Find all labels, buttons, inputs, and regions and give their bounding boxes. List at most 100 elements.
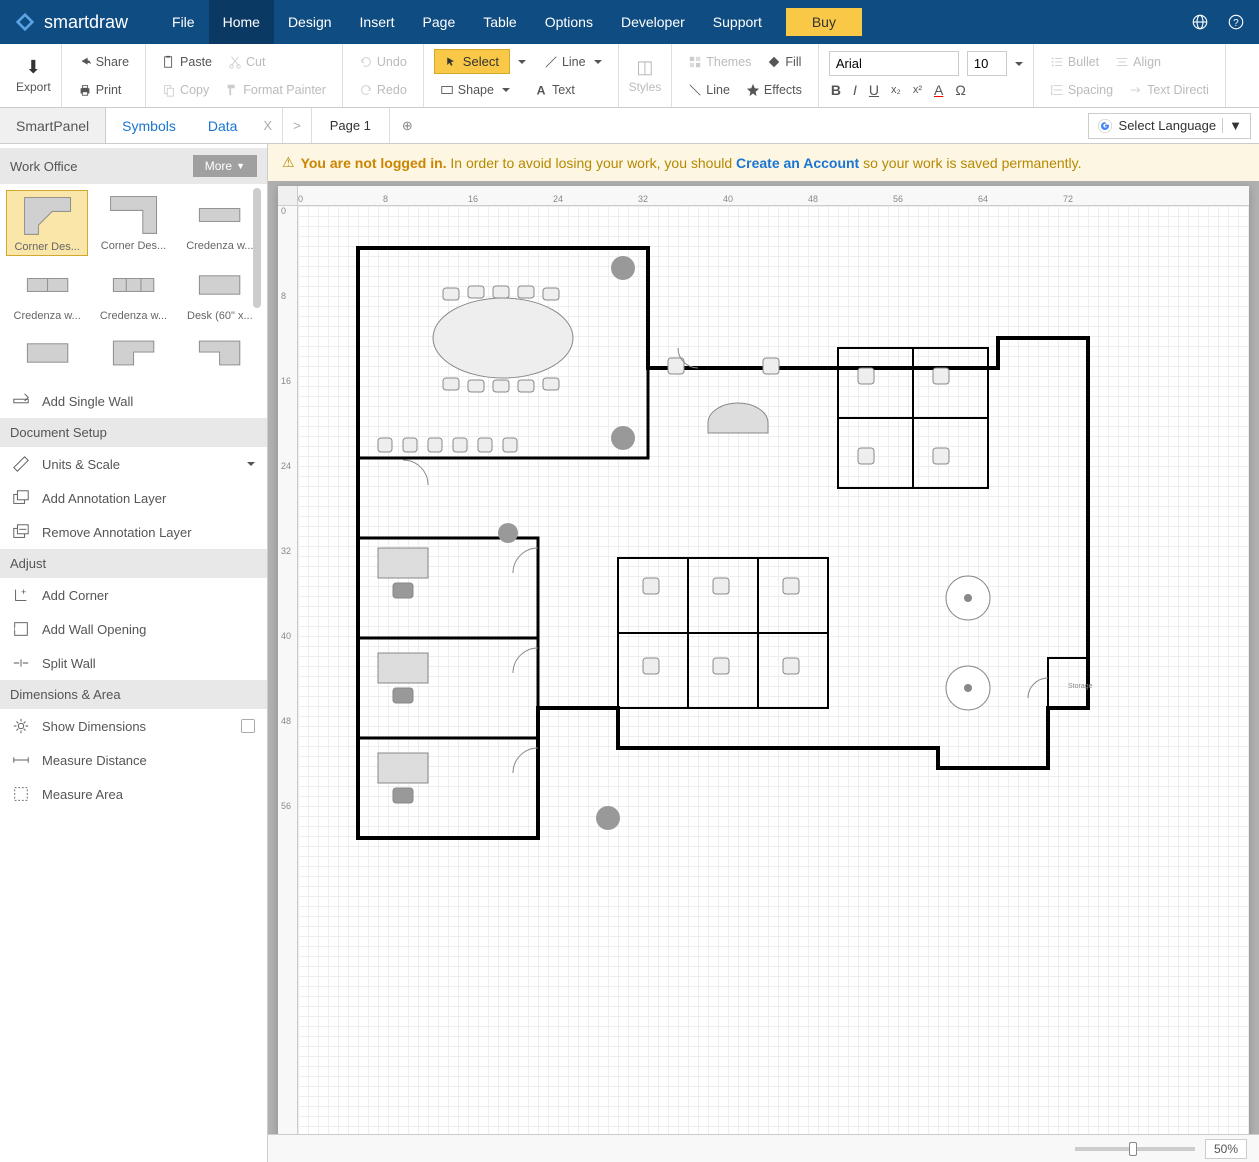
symbol-credenza-3[interactable]: Credenza w... [92, 260, 174, 324]
ribbon-group-para: Bullet Align Spacing Text Directi [1034, 44, 1226, 107]
styles-button[interactable]: ◫ Styles [629, 57, 662, 94]
zoom-value[interactable]: 50% [1205, 1139, 1247, 1159]
menu-support[interactable]: Support [699, 0, 776, 44]
copy-button[interactable]: Copy [156, 80, 215, 100]
select-dropdown[interactable] [518, 60, 526, 64]
line-style-icon [688, 83, 702, 97]
text-direction-button[interactable]: Text Directi [1123, 80, 1215, 100]
symbol-extra-2[interactable] [92, 328, 174, 378]
menu-home[interactable]: Home [209, 0, 274, 44]
cut-button[interactable]: Cut [222, 52, 271, 72]
italic-button[interactable]: I [853, 82, 857, 98]
download-icon: ⬇ [16, 57, 51, 78]
undo-button[interactable]: Undo [353, 52, 413, 72]
page-tab[interactable]: Page 1 [311, 108, 390, 143]
font-color-button[interactable]: A [934, 82, 943, 98]
area-icon [12, 785, 30, 803]
spacing-button[interactable]: Spacing [1044, 80, 1119, 100]
menu-page[interactable]: Page [409, 0, 470, 44]
symbol-scrollbar[interactable] [253, 188, 261, 308]
menu-design[interactable]: Design [274, 0, 346, 44]
canvas-area[interactable]: ⚠ You are not logged in. In order to avo… [268, 144, 1259, 1162]
fill-button[interactable]: Fill [761, 52, 807, 72]
tab-data[interactable]: Data [192, 108, 254, 143]
language-select[interactable]: Select Language ▼ [1088, 113, 1251, 139]
split-wall[interactable]: Split Wall [0, 646, 267, 680]
effects-button[interactable]: Effects [740, 80, 808, 100]
menu-options[interactable]: Options [531, 0, 607, 44]
measure-area[interactable]: Measure Area [0, 777, 267, 811]
measure-distance[interactable]: Measure Distance [0, 743, 267, 777]
symbol-corner-desk-1[interactable]: Corner Des... [6, 190, 88, 256]
menubar-right: ? [1191, 13, 1245, 31]
shape-tool[interactable]: Shape [434, 80, 516, 100]
create-account-link[interactable]: Create an Account [736, 155, 859, 171]
subscript-button[interactable]: x₂ [891, 84, 901, 96]
zoom-slider[interactable] [1075, 1147, 1195, 1151]
bullet-icon [1050, 55, 1064, 69]
symbol-corner-desk-2[interactable]: Corner Des... [92, 190, 174, 256]
adjust-header: Adjust [0, 549, 267, 578]
symbol-credenza-2[interactable]: Credenza w... [6, 260, 88, 324]
zoom-thumb[interactable] [1129, 1142, 1137, 1156]
show-dim-checkbox[interactable] [241, 719, 255, 733]
add-corner[interactable]: +Add Corner [0, 578, 267, 612]
wall-icon [12, 392, 30, 410]
bold-button[interactable]: B [831, 82, 841, 98]
text-tool[interactable]: AText [528, 80, 581, 100]
globe-icon[interactable] [1191, 13, 1209, 31]
line-tool[interactable]: Line [538, 52, 608, 72]
export-button[interactable]: ⬇ Export [16, 57, 51, 94]
units-scale[interactable]: Units & Scale [0, 447, 267, 481]
layer-remove-icon [12, 523, 30, 541]
format-painter-button[interactable]: Format Painter [219, 80, 332, 100]
line-style-button[interactable]: Line [682, 80, 736, 100]
menu-table[interactable]: Table [469, 0, 530, 44]
share-button[interactable]: Share [72, 52, 135, 72]
corner-icon: + [12, 586, 30, 604]
buy-button[interactable]: Buy [786, 8, 862, 36]
add-page-button[interactable]: ⊕ [390, 108, 425, 143]
underline-button[interactable]: U [869, 82, 879, 98]
fill-icon [767, 55, 781, 69]
redo-button[interactable]: Redo [353, 80, 413, 100]
drawing-grid[interactable]: Storage [298, 206, 1249, 1152]
desk-icon [20, 330, 75, 376]
paste-button[interactable]: Paste [156, 52, 218, 72]
menu-insert[interactable]: Insert [346, 0, 409, 44]
storage-label: Storage [1068, 683, 1093, 690]
align-button[interactable]: Align [1109, 52, 1167, 72]
menu-developer[interactable]: Developer [607, 0, 699, 44]
symbol-credenza-1[interactable]: Credenza w... [179, 190, 261, 256]
canvas[interactable]: 081624324048566472 08162432404856 [278, 186, 1249, 1152]
panel-tabs: SmartPanel Symbols Data X > Page 1 ⊕ Sel… [0, 108, 1259, 144]
add-wall-opening[interactable]: Add Wall Opening [0, 612, 267, 646]
more-button[interactable]: More ▼ [193, 155, 257, 177]
tab-smartpanel[interactable]: SmartPanel [0, 108, 106, 143]
app-logo[interactable]: smartdraw [14, 11, 128, 33]
tab-symbols[interactable]: Symbols [106, 108, 192, 143]
select-tool[interactable]: Select [434, 49, 510, 74]
menu-file[interactable]: File [158, 0, 209, 44]
tab-close[interactable]: X [253, 118, 282, 133]
print-button[interactable]: Print [72, 80, 128, 100]
symbol-extra-1[interactable] [6, 328, 88, 378]
page-prev[interactable]: > [282, 108, 311, 143]
symbol-button[interactable]: Ω [955, 82, 965, 98]
menubar-items: File Home Design Insert Page Table Optio… [158, 0, 862, 44]
add-annotation[interactable]: Add Annotation Layer [0, 481, 267, 515]
add-single-wall[interactable]: Add Single Wall [0, 384, 267, 418]
font-select[interactable] [829, 51, 959, 76]
bullet-button[interactable]: Bullet [1044, 52, 1105, 72]
credenza-icon [192, 192, 247, 238]
font-size-select[interactable] [967, 51, 1007, 76]
symbol-desk-60[interactable]: Desk (60" x... [179, 260, 261, 324]
help-icon[interactable]: ? [1227, 13, 1245, 31]
show-dimensions[interactable]: Show Dimensions [0, 709, 267, 743]
remove-annotation[interactable]: Remove Annotation Layer [0, 515, 267, 549]
font-size-dropdown[interactable] [1015, 62, 1023, 66]
floorplan-drawing[interactable]: Storage [348, 238, 1128, 858]
themes-button[interactable]: Themes [682, 52, 757, 72]
symbol-extra-3[interactable] [179, 328, 261, 378]
superscript-button[interactable]: x² [913, 84, 922, 96]
